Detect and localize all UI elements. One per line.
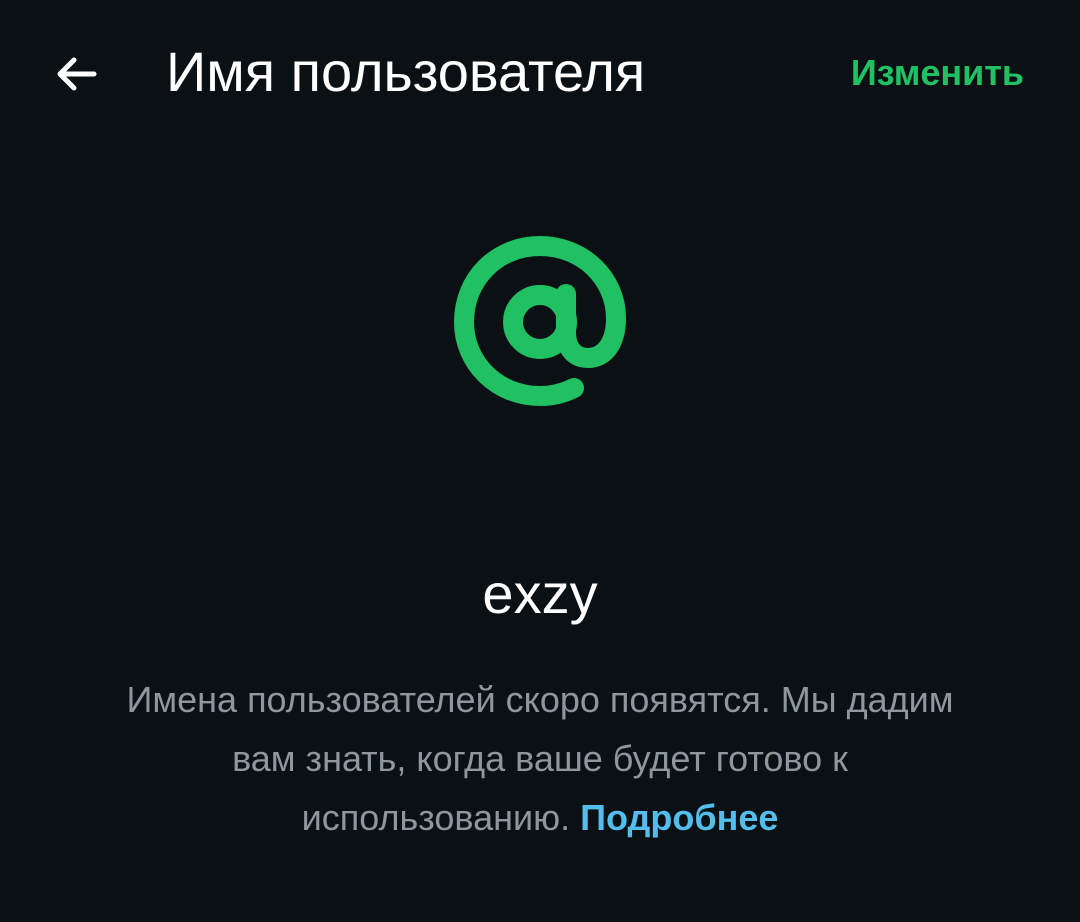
username-value: exzy xyxy=(482,562,598,625)
top-bar: Имя пользователя Изменить xyxy=(0,0,1080,150)
username-info-text: Имена пользователей скоро появятся. Мы д… xyxy=(100,670,980,847)
at-sign-icon xyxy=(440,222,640,422)
learn-more-link[interactable]: Подробнее xyxy=(580,797,778,838)
edit-button[interactable]: Изменить xyxy=(851,50,1024,96)
back-button[interactable] xyxy=(40,38,112,110)
info-text: Имена пользователей скоро появятся. Мы д… xyxy=(126,679,954,838)
page-title: Имя пользователя xyxy=(166,40,646,103)
arrow-left-icon xyxy=(57,57,97,91)
